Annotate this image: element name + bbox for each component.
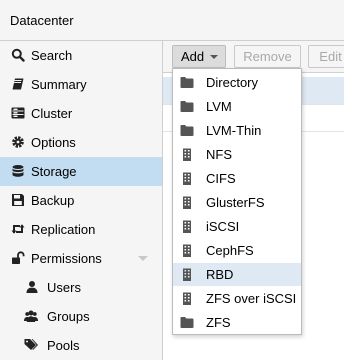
- retweet-icon: [11, 224, 25, 234]
- header-bar: Datacenter: [0, 0, 344, 41]
- folder-icon: [180, 317, 194, 328]
- menu-item-label: ZFS over iSCSI: [206, 291, 297, 306]
- menu-item-label: RBD: [206, 267, 234, 282]
- page-title: Datacenter: [10, 13, 74, 28]
- sidebar-item-cluster[interactable]: Cluster: [0, 99, 162, 128]
- menu-item-cifs[interactable]: CIFS: [173, 167, 301, 190]
- building-icon: [183, 244, 191, 257]
- sidebar-item-search[interactable]: Search: [0, 41, 162, 70]
- search-icon: [11, 48, 25, 62]
- menu-item-rbd[interactable]: RBD: [173, 263, 301, 286]
- floppy-icon: [12, 194, 24, 206]
- building-icon: [183, 220, 191, 233]
- add-button-label: Add: [181, 49, 205, 64]
- sidebar-item-replication[interactable]: Replication: [0, 215, 162, 244]
- sidebar: Search Summary Cluster Options Storage B…: [0, 41, 163, 360]
- sidebar-item-pools[interactable]: Pools: [0, 331, 162, 360]
- users-icon: [24, 310, 38, 322]
- menu-item-label: iSCSI: [206, 219, 240, 234]
- caret-down-icon: [210, 55, 218, 59]
- book-icon: [12, 78, 24, 90]
- sidebar-item-label: Pools: [47, 338, 80, 353]
- menu-item-zfs-over-iscsi[interactable]: ZFS over iSCSI: [173, 287, 301, 310]
- menu-item-directory[interactable]: Directory: [173, 71, 301, 94]
- remove-button[interactable]: Remove: [234, 45, 301, 68]
- folder-icon: [180, 101, 194, 112]
- add-storage-menu: Directory LVM LVM-Thin NFS CIFS GlusterF…: [172, 68, 302, 335]
- menu-item-label: Directory: [206, 75, 259, 90]
- user-icon: [26, 281, 38, 293]
- menu-item-label: GlusterFS: [206, 195, 265, 210]
- sidebar-item-label: Storage: [31, 164, 77, 179]
- sidebar-item-label: Replication: [31, 222, 96, 237]
- edit-button[interactable]: Edit: [308, 45, 344, 68]
- sidebar-item-groups[interactable]: Groups: [0, 302, 162, 331]
- menu-item-lvm-thin[interactable]: LVM-Thin: [173, 119, 301, 142]
- chevron-down-icon[interactable]: [138, 256, 148, 261]
- sidebar-item-users[interactable]: Users: [0, 273, 162, 302]
- building-icon: [183, 196, 191, 209]
- sidebar-item-options[interactable]: Options: [0, 128, 162, 157]
- sidebar-item-backup[interactable]: Backup: [0, 186, 162, 215]
- menu-item-lvm[interactable]: LVM: [173, 95, 301, 118]
- menu-item-label: CephFS: [206, 243, 254, 258]
- add-button[interactable]: Add: [172, 45, 226, 68]
- tags-icon: [24, 339, 38, 350]
- unlock-icon: [12, 251, 25, 264]
- menu-item-iscsi[interactable]: iSCSI: [173, 215, 301, 238]
- sidebar-item-summary[interactable]: Summary: [0, 70, 162, 99]
- sidebar-item-label: Permissions: [31, 251, 102, 266]
- folder-icon: [180, 125, 194, 136]
- sidebar-item-label: Backup: [31, 193, 75, 208]
- sidebar-item-label: Cluster: [31, 106, 73, 121]
- menu-item-label: NFS: [206, 147, 232, 162]
- building-icon: [183, 268, 191, 281]
- menu-item-label: LVM-Thin: [206, 123, 262, 138]
- sidebar-item-permissions[interactable]: Permissions: [0, 244, 162, 273]
- sidebar-item-label: Groups: [47, 309, 90, 324]
- server-icon: [11, 107, 25, 119]
- menu-item-label: LVM: [206, 99, 232, 114]
- menu-item-label: CIFS: [206, 171, 236, 186]
- menu-item-cephfs[interactable]: CephFS: [173, 239, 301, 262]
- building-icon: [183, 292, 191, 305]
- menu-item-zfs[interactable]: ZFS: [173, 311, 301, 334]
- sidebar-item-label: Search: [31, 48, 73, 63]
- menu-item-nfs[interactable]: NFS: [173, 143, 301, 166]
- sidebar-item-label: Options: [31, 135, 76, 150]
- folder-icon: [180, 77, 194, 88]
- menu-item-glusterfs[interactable]: GlusterFS: [173, 191, 301, 214]
- sidebar-item-storage[interactable]: Storage: [0, 157, 162, 186]
- menu-item-label: ZFS: [206, 315, 231, 330]
- building-icon: [183, 148, 191, 161]
- database-icon: [12, 165, 24, 177]
- sidebar-item-label: Summary: [31, 77, 87, 92]
- sidebar-item-label: Users: [47, 280, 81, 295]
- building-icon: [183, 172, 191, 185]
- gear-icon: [12, 136, 24, 148]
